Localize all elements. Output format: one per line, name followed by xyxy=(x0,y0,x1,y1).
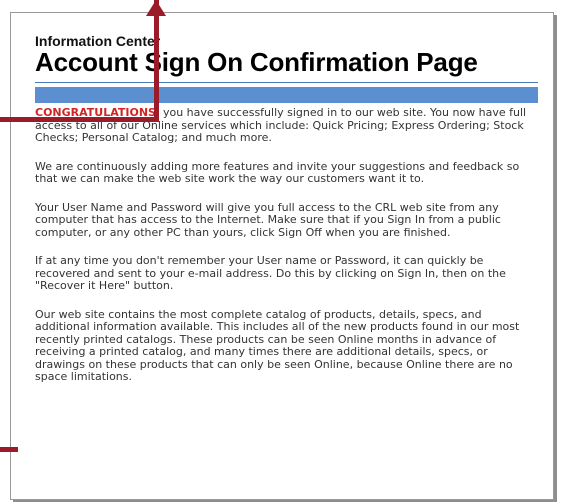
page-content: Information Center Account Sign On Confi… xyxy=(35,33,538,400)
congrats-paragraph: CONGRATULATIONS, you have successfully s… xyxy=(35,106,538,145)
body-text: CONGRATULATIONS, you have successfully s… xyxy=(35,106,538,384)
callout-arrow-line xyxy=(0,117,159,122)
callout-arrow-shaft xyxy=(154,0,159,122)
arrow-up-icon xyxy=(146,0,166,16)
content-panel: Information Center Account Sign On Confi… xyxy=(10,12,554,500)
callout-pointer-line xyxy=(0,447,18,452)
page-title: Account Sign On Confirmation Page xyxy=(35,47,478,77)
divider xyxy=(35,82,538,83)
header-bar xyxy=(35,87,538,103)
recover-paragraph: If at any time you don't remember your U… xyxy=(35,254,506,292)
catalog-paragraph: Our web site contains the most complete … xyxy=(35,307,520,383)
features-paragraph: We are continuously adding more features… xyxy=(35,159,520,185)
credentials-paragraph: Your User Name and Password will give yo… xyxy=(35,200,501,239)
